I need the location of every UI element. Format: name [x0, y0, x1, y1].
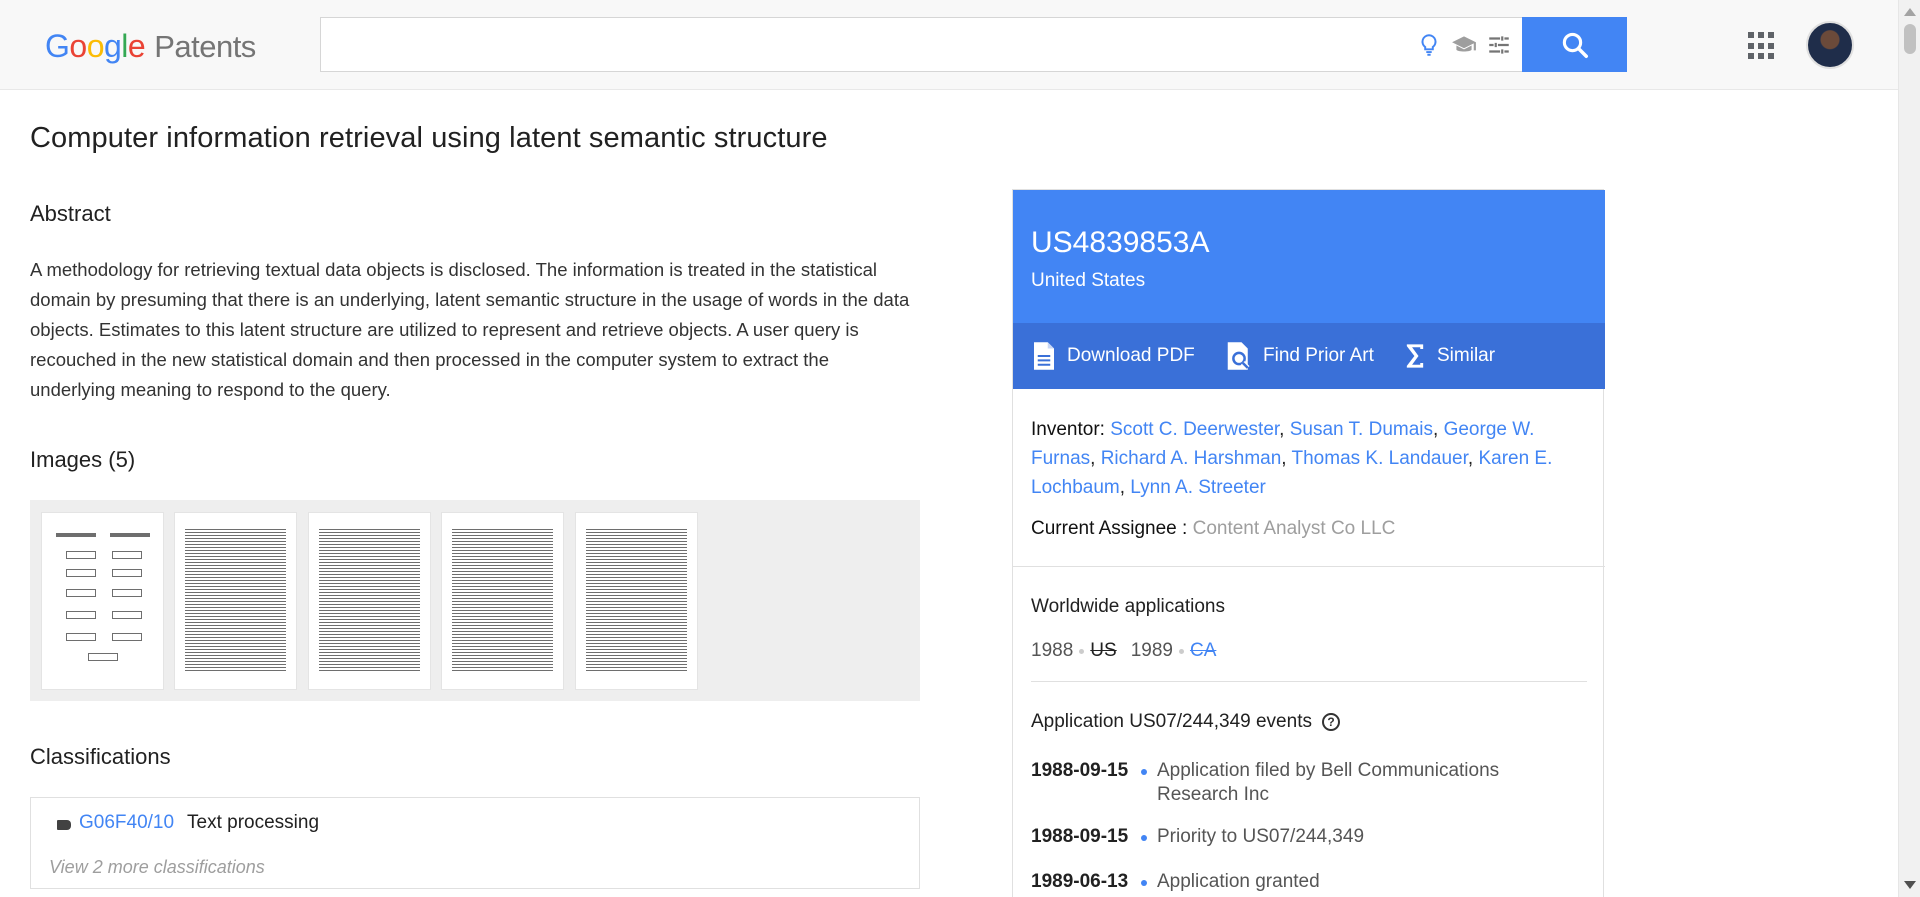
lightbulb-icon[interactable] [1416, 32, 1442, 58]
patent-image-thumbnail[interactable] [41, 512, 164, 690]
patent-image-thumbnail[interactable] [308, 512, 431, 690]
abstract-heading: Abstract [30, 201, 111, 226]
view-more-classifications-link[interactable]: View 2 more classifications [49, 857, 265, 878]
abstract-text: A methodology for retrieving textual dat… [30, 259, 910, 400]
inventor-link[interactable]: Susan T. Dumais [1290, 419, 1433, 440]
images-strip [30, 500, 920, 701]
inventors-field: Inventor: Scott C. Deerwester, Susan T. … [1031, 419, 1553, 498]
application-ca-link[interactable]: CA [1190, 640, 1216, 662]
similar-button[interactable]: Similar [1403, 323, 1495, 389]
logo-patents-text: Patents [154, 29, 256, 64]
application-us: US [1090, 640, 1117, 661]
patent-image-thumbnail[interactable] [441, 512, 564, 690]
application-events-title: Application US07/244,349 events ? [1031, 711, 1340, 733]
images-heading: Images (5) [30, 447, 136, 472]
download-pdf-button[interactable]: Download PDF [1031, 323, 1195, 389]
top-bar: Google Patents [0, 0, 1898, 90]
card-header: US4839853A United States [1013, 190, 1605, 323]
inventor-link[interactable]: Richard A. Harshman [1101, 448, 1282, 469]
patent-summary-card: US4839853A United States Download PDF Fi… [1012, 189, 1605, 897]
search-button[interactable] [1522, 17, 1627, 72]
inventor-link[interactable]: Scott C. Deerwester [1110, 419, 1279, 440]
publication-number: US4839853A [1031, 226, 1210, 259]
divider [1031, 681, 1587, 682]
sigma-icon [1406, 344, 1424, 368]
assignee-value: Content Analyst Co LLC [1192, 518, 1396, 539]
country: United States [1031, 270, 1146, 291]
patent-image-thumbnail[interactable] [174, 512, 297, 690]
classification-code-link[interactable]: G06F40/10 [79, 812, 174, 834]
search-icon [1562, 32, 1588, 58]
event-item: 1988-09-15 Application filed by Bell Com… [1031, 760, 1500, 805]
classifications-box: G06F40/10 Text processing View 2 more cl… [30, 797, 920, 889]
inventor-link[interactable]: Thomas K. Landauer [1292, 448, 1468, 469]
search-input[interactable] [321, 18, 1371, 71]
search-box [320, 17, 1522, 72]
scroll-down-arrow[interactable] [1904, 881, 1916, 889]
patent-image-thumbnail[interactable] [575, 512, 698, 690]
inventor-link[interactable]: Lynn A. Streeter [1130, 477, 1266, 498]
pdf-document-icon [1034, 342, 1054, 370]
vertical-scrollbar[interactable] [1898, 0, 1920, 897]
page-title: Computer information retrieval using lat… [30, 122, 828, 154]
scroll-up-arrow[interactable] [1904, 8, 1916, 16]
card-actions: Download PDF Find Prior Art Similar [1013, 323, 1605, 389]
tune-icon[interactable] [1486, 32, 1512, 58]
divider [1013, 566, 1605, 567]
graduation-cap-icon[interactable] [1451, 32, 1477, 58]
scroll-thumb[interactable] [1904, 24, 1916, 54]
worldwide-applications-row: 1988 US 1989 CA [1031, 640, 1217, 662]
find-prior-art-icon [1227, 342, 1250, 370]
find-prior-art-button[interactable]: Find Prior Art [1225, 323, 1374, 389]
event-item: 1989-06-13 Application granted [1031, 871, 1320, 892]
avatar[interactable] [1806, 21, 1854, 69]
worldwide-applications-title: Worldwide applications [1031, 596, 1225, 617]
classification-description: Text processing [187, 812, 320, 833]
google-patents-logo[interactable]: Google Patents [45, 28, 256, 65]
classifications-heading: Classifications [30, 744, 171, 769]
label-icon [57, 820, 71, 830]
help-icon[interactable]: ? [1321, 713, 1340, 731]
assignee-field: Current Assignee : Content Analyst Co LL… [1031, 518, 1396, 539]
event-item: 1988-09-15 Priority to US07/244,349 [1031, 826, 1365, 847]
apps-grid-icon[interactable] [1748, 32, 1776, 60]
